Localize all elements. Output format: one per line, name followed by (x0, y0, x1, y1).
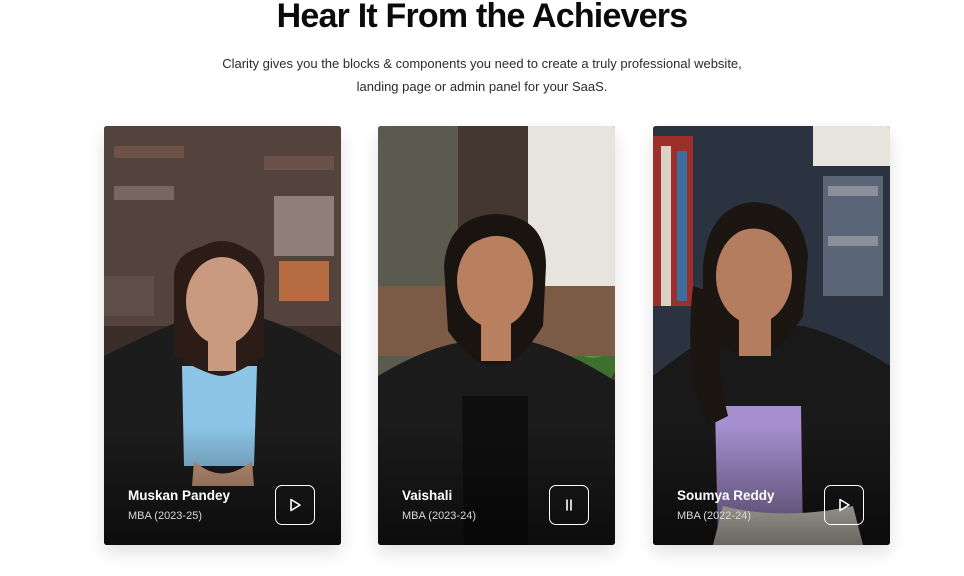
testimonial-video-card[interactable]: Muskan Pandey MBA (2023-25) (104, 126, 341, 545)
play-icon (290, 498, 301, 512)
testimonial-video-card[interactable]: Vaishali MBA (2023-24) (378, 126, 615, 545)
section-subtitle: Clarity gives you the blocks & component… (0, 52, 964, 98)
section-title: Hear It From the Achievers (276, 0, 688, 35)
subtitle-line-2: landing page or admin panel for your Saa… (356, 79, 608, 94)
pause-button[interactable] (549, 485, 589, 525)
student-program: MBA (2023-25) (128, 510, 202, 522)
student-name: Vaishali (402, 488, 453, 503)
student-name: Muskan Pandey (128, 488, 231, 503)
testimonial-video-card[interactable]: Soumya Reddy MBA (2022-24) (653, 126, 890, 545)
student-name: Soumya Reddy (677, 488, 775, 503)
student-program: MBA (2023-24) (402, 510, 476, 522)
play-icon (839, 498, 850, 512)
play-button[interactable] (824, 485, 864, 525)
student-program: MBA (2022-24) (677, 510, 751, 522)
subtitle-line-1: Clarity gives you the blocks & component… (222, 56, 742, 71)
play-button[interactable] (275, 485, 315, 525)
testimonials-section: Hear It From the Achievers Clarity gives… (0, 0, 964, 576)
pause-icon (566, 499, 572, 511)
